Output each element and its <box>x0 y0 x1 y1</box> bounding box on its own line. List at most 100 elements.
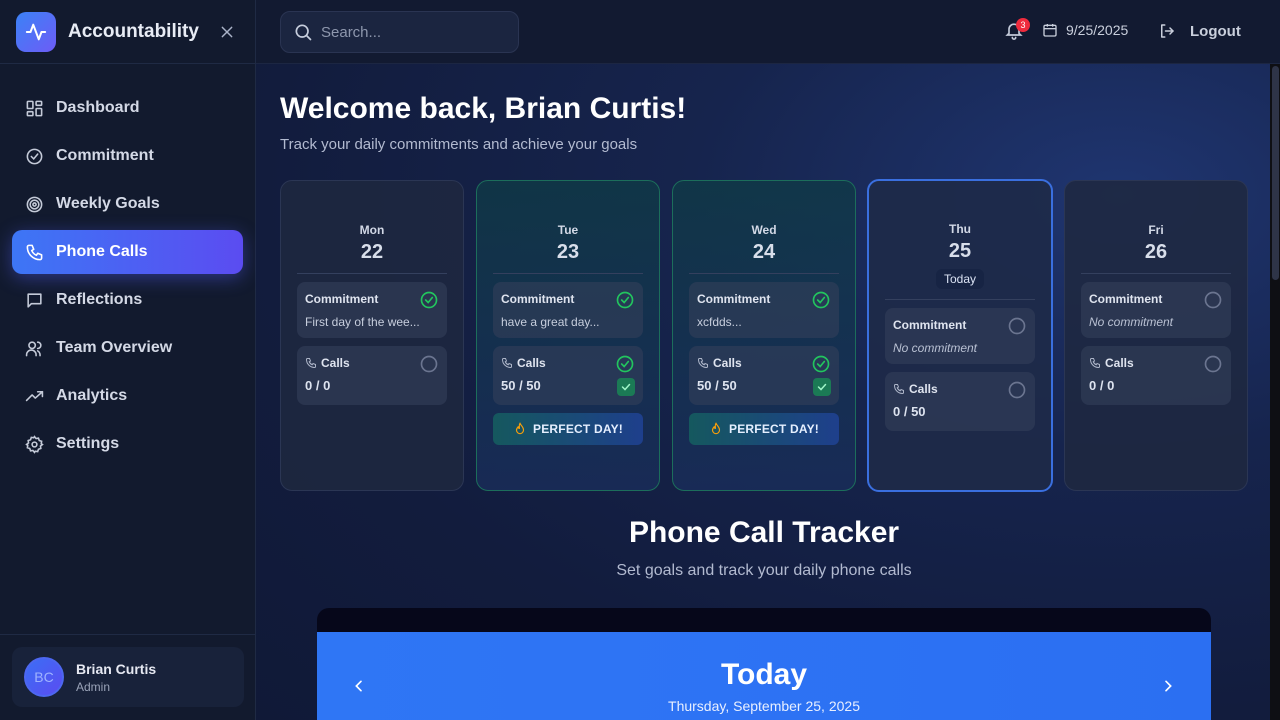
avatar: BC <box>24 657 64 697</box>
day-card-thu[interactable]: Thu 25 Today Commitment No commitment Ca… <box>867 179 1053 492</box>
search-input[interactable] <box>321 23 501 41</box>
phone-icon <box>501 357 513 369</box>
message-square-icon <box>24 290 44 310</box>
search-box[interactable] <box>280 11 519 53</box>
commitment-text: xcfdds... <box>697 315 742 329</box>
logout-button[interactable]: Logout <box>1158 22 1241 40</box>
sidebar-item-team-overview[interactable]: Team Overview <box>12 326 243 370</box>
perfect-day-badge: PERFECT DAY! <box>493 413 643 445</box>
logout-label: Logout <box>1190 22 1241 40</box>
day-of-month: 24 <box>752 241 776 263</box>
calls-label: Calls <box>517 356 546 370</box>
sidebar-item-label: Phone Calls <box>56 243 148 260</box>
day-of-month: 23 <box>556 241 580 263</box>
calls-block: Calls 50 / 50 <box>689 346 839 405</box>
day-of-week: Wed <box>751 223 777 237</box>
day-of-week: Mon <box>359 223 385 237</box>
calls-block: Calls 0 / 50 <box>885 372 1035 431</box>
next-day-button[interactable] <box>1156 674 1180 698</box>
notification-count-badge: 3 <box>1016 18 1030 32</box>
empty-circle-icon <box>1204 291 1222 309</box>
check-circle-icon <box>812 291 830 309</box>
empty-circle-icon <box>1204 355 1222 373</box>
check-circle-icon <box>420 291 438 309</box>
sidebar-item-label: Commitment <box>56 147 154 164</box>
commitment-block: Commitment No commitment <box>885 308 1035 364</box>
day-card-fri[interactable]: Fri 26 Commitment No commitment Calls 0 … <box>1064 180 1248 491</box>
sidebar-item-label: Reflections <box>56 291 143 308</box>
sidebar-item-label: Weekly Goals <box>56 195 160 212</box>
tracker-date-band: Today Thursday, September 25, 2025 <box>317 632 1211 720</box>
sidebar-item-dashboard[interactable]: Dashboard <box>12 86 243 130</box>
user-role: Admin <box>76 679 111 694</box>
logout-icon <box>1158 22 1176 40</box>
current-date: 9/25/2025 <box>1042 22 1128 38</box>
calls-label: Calls <box>909 382 938 396</box>
perfect-day-badge: PERFECT DAY! <box>689 413 839 445</box>
day-card-tue[interactable]: Tue 23 Commitment have a great day... Ca… <box>476 180 660 491</box>
close-icon <box>221 26 233 37</box>
sidebar-item-phone-calls[interactable]: Phone Calls <box>12 230 243 274</box>
sidebar-item-settings[interactable]: Settings <box>12 422 243 466</box>
sidebar-item-reflections[interactable]: Reflections <box>12 278 243 322</box>
flame-icon <box>709 422 723 436</box>
calls-value: 0 / 0 <box>1089 378 1115 393</box>
dashboard-icon <box>24 98 44 118</box>
empty-circle-icon <box>420 355 438 373</box>
main-content: Welcome back, Brian Curtis! Track your d… <box>256 64 1270 720</box>
goal-met-check-icon <box>813 378 831 396</box>
calls-block: Calls 50 / 50 <box>493 346 643 405</box>
calendar-icon <box>1042 22 1058 38</box>
day-of-month: 26 <box>1144 241 1168 263</box>
welcome-subtitle: Track your daily commitments and achieve… <box>280 136 638 153</box>
user-name: Brian Curtis <box>76 660 157 677</box>
activity-logo-icon <box>16 11 56 52</box>
sidebar-item-weekly-goals[interactable]: Weekly Goals <box>12 182 243 226</box>
tracker-card: Today Thursday, September 25, 2025 <box>317 608 1211 720</box>
phone-icon <box>893 383 905 395</box>
commitment-block: Commitment No commitment <box>1081 282 1231 338</box>
calls-block: Calls 0 / 0 <box>1081 346 1231 405</box>
sidebar-item-label: Analytics <box>56 387 128 404</box>
brand-header: Accountability <box>0 0 255 64</box>
day-card-wed[interactable]: Wed 24 Commitment xcfdds... Calls 50 / 5… <box>672 180 856 491</box>
phone-icon <box>1089 357 1101 369</box>
day-card-mon[interactable]: Mon 22 Commitment First day of the wee..… <box>280 180 464 491</box>
chevron-right-icon <box>1165 680 1172 692</box>
commitment-text: No commitment <box>1089 315 1174 329</box>
top-header: 3 9/25/2025 Logout <box>256 0 1280 64</box>
today-badge: Today <box>935 269 985 289</box>
day-of-week: Thu <box>949 222 971 236</box>
commitment-block: Commitment First day of the wee... <box>297 282 447 338</box>
commitment-block: Commitment xcfdds... <box>689 282 839 338</box>
day-of-week: Fri <box>1148 223 1164 237</box>
scrollbar-thumb[interactable] <box>1272 66 1279 280</box>
calls-value: 50 / 50 <box>697 378 737 393</box>
user-card[interactable]: BC Brian Curtis Admin <box>12 647 244 707</box>
calls-label: Calls <box>1105 356 1134 370</box>
flame-icon <box>513 422 527 436</box>
user-section: BC Brian Curtis Admin <box>0 634 256 720</box>
calls-label: Calls <box>713 356 742 370</box>
app-title: Accountability <box>68 20 199 42</box>
close-sidebar-button[interactable] <box>215 20 239 44</box>
empty-circle-icon <box>1008 381 1026 399</box>
calls-value: 0 / 50 <box>893 404 926 419</box>
search-icon <box>295 24 312 41</box>
sidebar: Accountability Dashboard Commitment Week… <box>0 0 256 720</box>
day-of-month: 22 <box>360 241 384 263</box>
commitment-block: Commitment have a great day... <box>493 282 643 338</box>
welcome-heading: Welcome back, Brian Curtis! <box>280 92 687 125</box>
tracker-date-label: Thursday, September 25, 2025 <box>668 698 860 714</box>
sidebar-item-commitment[interactable]: Commitment <box>12 134 243 178</box>
perfect-day-label: PERFECT DAY! <box>729 422 819 436</box>
sidebar-nav: Dashboard Commitment Weekly Goals Phone … <box>0 64 255 466</box>
check-circle-icon <box>812 355 830 373</box>
sidebar-item-analytics[interactable]: Analytics <box>12 374 243 418</box>
sidebar-item-label: Settings <box>56 435 120 452</box>
check-circle-icon <box>24 146 44 166</box>
trending-up-icon <box>24 386 44 406</box>
date-text: 9/25/2025 <box>1066 22 1129 38</box>
tracker-subtitle: Set goals and track your daily phone cal… <box>616 562 912 579</box>
commitment-text: have a great day... <box>501 315 600 329</box>
